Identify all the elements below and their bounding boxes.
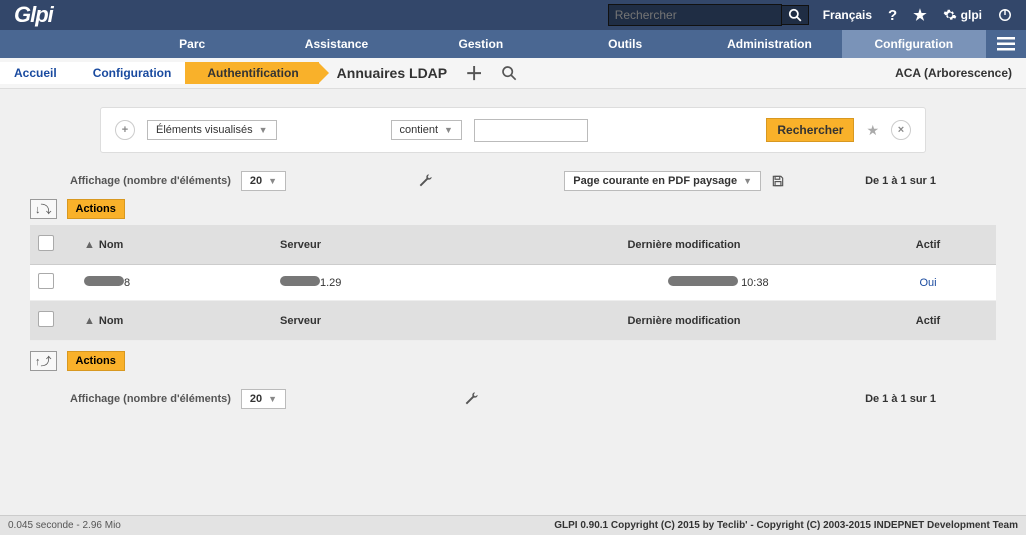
- entity-label[interactable]: ACA (Arborescence): [895, 66, 1026, 80]
- select-up-icon[interactable]: ↑⤴: [30, 351, 57, 371]
- add-button[interactable]: ＋: [465, 60, 483, 86]
- menu-outils[interactable]: Outils: [553, 30, 697, 58]
- search-icon: [788, 8, 802, 22]
- filter-field-select[interactable]: Éléments visualisés▼: [147, 120, 277, 140]
- pager-bottom: Affichage (nombre d'éléments) 20▼ De 1 à…: [70, 389, 996, 409]
- select-all-bottom-checkbox[interactable]: [38, 311, 54, 327]
- filter-submit-button[interactable]: Rechercher: [766, 118, 854, 142]
- filter-op-select[interactable]: contient▼: [391, 120, 462, 140]
- menu-toggle[interactable]: [986, 30, 1026, 58]
- actions-button-bottom[interactable]: Actions: [67, 351, 125, 371]
- pagesize-label-bottom: Affichage (nombre d'éléments): [70, 393, 231, 405]
- cell-active: Oui: [860, 265, 996, 301]
- footer: 0.045 seconde - 2.96 Mio GLPI 0.90.1 Cop…: [0, 515, 1026, 535]
- user-name: glpi: [961, 8, 982, 22]
- logout-icon[interactable]: [998, 8, 1012, 22]
- filter-box: + Éléments visualisés▼ contient▼ Recherc…: [100, 107, 926, 153]
- add-criteria-button[interactable]: +: [115, 120, 135, 140]
- table-row[interactable]: 8 1.29 10:38 Oui: [30, 265, 996, 301]
- main-menu: Parc Assistance Gestion Outils Administr…: [0, 30, 1026, 58]
- star-icon[interactable]: ★: [913, 6, 926, 24]
- cell-server: 1.29: [272, 265, 508, 301]
- cell-mod: 10:38: [508, 265, 860, 301]
- col-active[interactable]: Actif: [860, 225, 996, 265]
- filter-op-label: contient: [400, 124, 439, 136]
- help-icon[interactable]: ?: [888, 7, 897, 24]
- crumb-config[interactable]: Configuration: [71, 62, 192, 84]
- footer-left: 0.045 seconde - 2.96 Mio: [8, 520, 121, 531]
- crumb-auth[interactable]: Authentification: [185, 62, 318, 84]
- settings-icon-bottom[interactable]: [463, 391, 479, 407]
- crumb-home[interactable]: Accueil: [0, 62, 77, 84]
- save-icon[interactable]: [771, 174, 785, 188]
- wrench-icon: [463, 391, 479, 407]
- actions-bottom: ↑⤴ Actions: [30, 351, 996, 371]
- sort-asc-icon[interactable]: ▲: [84, 239, 95, 251]
- bookmark-icon[interactable]: ★: [866, 122, 879, 139]
- range-label-top: De 1 à 1 sur 1: [865, 175, 936, 187]
- select-down-icon[interactable]: ↓⤵: [30, 199, 57, 219]
- top-links: Français ? ★ glpi: [809, 6, 1026, 24]
- reset-filter-button[interactable]: ×: [891, 120, 911, 140]
- top-bar: Glpi Français ? ★ glpi: [0, 0, 1026, 30]
- range-label-bottom: De 1 à 1 sur 1: [865, 393, 936, 405]
- filter-value-input[interactable]: [474, 119, 588, 142]
- page-title: Annuaires LDAP: [337, 65, 447, 81]
- actions-top: ↓⤵ Actions: [30, 199, 996, 219]
- footer-right: GLPI 0.90.1 Copyright (C) 2015 by Teclib…: [554, 520, 1018, 531]
- pagesize-label: Affichage (nombre d'éléments): [70, 175, 231, 187]
- user-menu[interactable]: glpi: [943, 8, 982, 22]
- menu-parc[interactable]: Parc: [120, 30, 264, 58]
- settings-icon[interactable]: [417, 173, 433, 189]
- menu-gestion[interactable]: Gestion: [409, 30, 553, 58]
- floppy-icon: [771, 174, 785, 188]
- wrench-icon: [417, 173, 433, 189]
- col-name[interactable]: Nom: [99, 239, 123, 251]
- gear-icon: [943, 8, 957, 22]
- col-mod[interactable]: Dernière modification: [508, 225, 860, 265]
- menu-administration[interactable]: Administration: [697, 30, 841, 58]
- pager-top: Affichage (nombre d'éléments) 20▼ Page c…: [70, 171, 996, 191]
- menu-assistance[interactable]: Assistance: [264, 30, 408, 58]
- actions-button-top[interactable]: Actions: [67, 199, 125, 219]
- global-search-button[interactable]: [782, 5, 809, 25]
- hamburger-icon: [997, 37, 1015, 51]
- results-table: ▲ Nom Serveur Dernière modification Actif…: [30, 225, 996, 341]
- language-link[interactable]: Français: [823, 8, 872, 22]
- pagesize-select[interactable]: 20▼: [241, 171, 286, 191]
- sort-asc-icon[interactable]: ▲: [84, 315, 95, 327]
- filter-field-label: Éléments visualisés: [156, 124, 253, 136]
- global-search-input[interactable]: [608, 4, 782, 26]
- row-checkbox[interactable]: [38, 273, 54, 289]
- search-icon: [501, 65, 517, 81]
- cell-name: 8: [76, 265, 272, 301]
- global-search: [608, 4, 809, 26]
- export-select[interactable]: Page courante en PDF paysage▼: [564, 171, 761, 191]
- search-toggle[interactable]: [501, 65, 517, 81]
- menu-configuration[interactable]: Configuration: [842, 30, 986, 58]
- col-server[interactable]: Serveur: [272, 225, 508, 265]
- app-logo[interactable]: Glpi: [0, 2, 67, 28]
- pagesize-select-bottom[interactable]: 20▼: [241, 389, 286, 409]
- breadcrumb-row: Accueil Configuration Authentification A…: [0, 58, 1026, 89]
- select-all-checkbox[interactable]: [38, 235, 54, 251]
